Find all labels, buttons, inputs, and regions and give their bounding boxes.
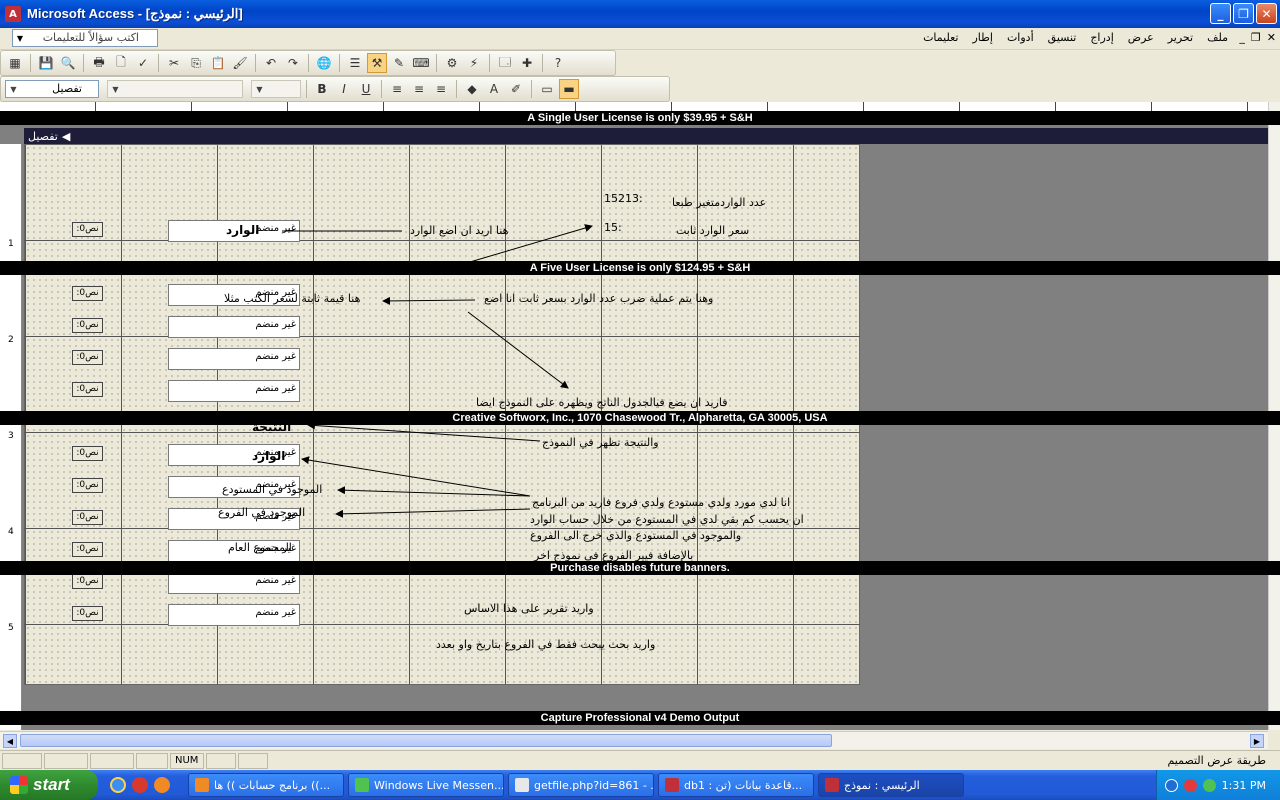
messenger-icon [355,778,369,792]
note-label: سعر الوارد ثابت [676,224,750,237]
task-button[interactable]: db1 : قاعدة بيانات (تن... [658,773,814,797]
ie-icon[interactable] [110,777,126,793]
demo-banner: A Five User License is only $124.95 + S&… [0,261,1280,275]
note-label: :15 [604,221,622,234]
security-icon[interactable] [1183,778,1197,792]
scroll-right-icon[interactable]: ▶ [1250,734,1264,748]
note-label: واريد تقرير على هذا الاساس [464,602,594,615]
note-label: الموجود في الفروع [218,506,306,519]
demo-banner: A Single User License is only $39.95 + S… [0,111,1280,125]
messenger-icon[interactable] [1202,778,1216,792]
arrow-line [467,311,569,389]
scroll-left-icon[interactable]: ◀ [3,734,17,748]
status-cell [44,752,88,769]
note-label: الموجود في المستودع [222,483,323,496]
quick-launch [110,777,170,793]
note-label: والنتيجة تظهر في النموذج [542,436,659,449]
start-button[interactable]: start [0,770,98,800]
arrow-line [307,421,541,442]
num-lock-indicator: NUM [170,752,204,769]
note-label: ان يحسب كم بقي لدي في المستودع من خلال ح… [530,513,804,526]
scroll-thumb[interactable] [20,734,832,747]
arrow-line [301,456,531,497]
note-label: عدد الواردمتغير طبعا [672,196,767,209]
file-icon [515,778,529,792]
status-cell [238,752,268,769]
status-cell [2,752,42,769]
arrow-left-icon[interactable] [1164,778,1178,792]
firefox-icon[interactable] [154,777,170,793]
clock: 1:31 PM [1221,778,1266,792]
note-label: انا لدي مورد ولدي مستودع ولدي فروع فاريد… [532,496,791,509]
note-label: الوارد [226,223,260,237]
note-label: وهنا يتم عملية ضرب عدد الوارد بسعر ثابت … [484,292,714,305]
taskbar: start برنامج حسابات )) ها ((... Windows … [0,770,1280,800]
system-tray: 1:31 PM [1156,770,1280,800]
media-icon[interactable] [132,777,148,793]
task-button[interactable]: برنامج حسابات )) ها ((... [188,773,344,797]
note-label: واريد بحث يبحث فقط في الفروع بتاريخ واو … [436,638,656,651]
windows-flag-icon [10,776,28,794]
status-cell [136,752,168,769]
demo-banner: Purchase disables future banners. [0,561,1280,575]
form-icon [825,778,839,792]
arrow-line [382,296,476,305]
status-cell [206,752,236,769]
status-cell [90,752,134,769]
note-label: هنا اريد ان اضع الوارد [410,224,509,237]
status-bar: NUM طريقة عرض التصميم [0,750,1280,770]
task-button[interactable]: Windows Live Messen... [348,773,504,797]
note-label: المجموع العام [228,541,292,554]
note-label: الوارد [252,449,286,463]
note-label: :15213 [604,192,643,205]
task-button-active[interactable]: الرئيسي : نموذج [818,773,964,797]
firefox-icon [195,778,209,792]
demo-banner: Capture Professional v4 Demo Output [0,711,1280,725]
note-label: والموجود في المستودع والذي خرج الى الفرو… [530,529,742,542]
view-mode-text: طريقة عرض التصميم [1167,754,1266,767]
note-label: فاريد ان يضع فيالجدول الناتج ويظهره على … [476,396,728,409]
demo-banner: Creative Softworx, Inc., 1070 Chasewood … [0,411,1280,425]
arrow-line [335,508,531,518]
horizontal-scrollbar[interactable]: ◀ ▶ [0,731,1268,749]
task-button[interactable]: getfile.php?id=861 - ... [508,773,654,797]
note-label: هنا قيمة ثابتة لسعر الكتب مثلا [224,292,361,305]
database-icon [665,778,679,792]
